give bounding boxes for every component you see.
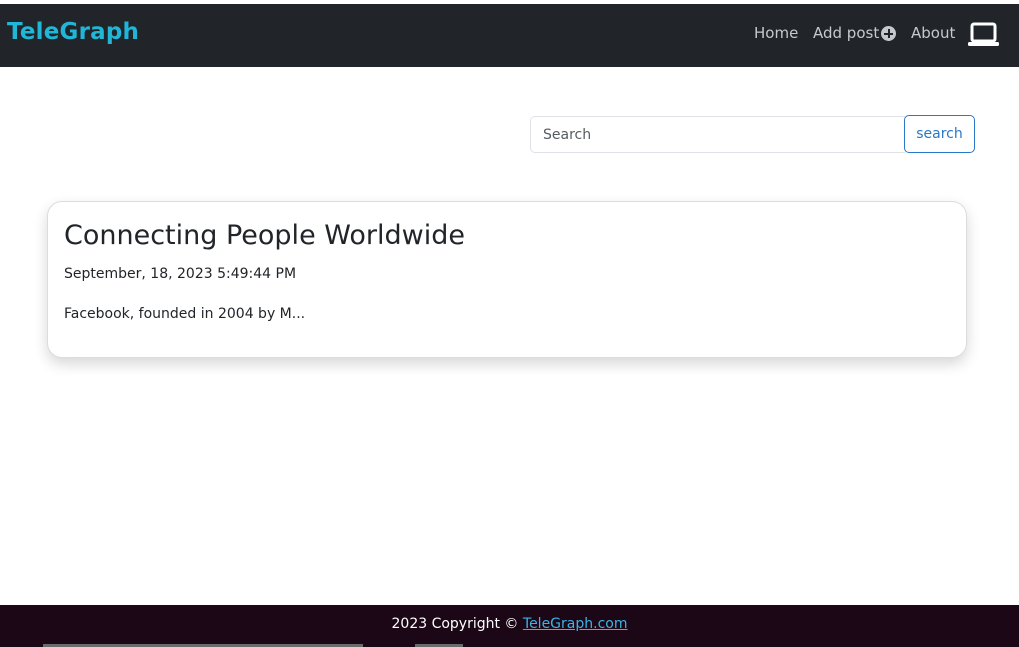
post-title[interactable]: Connecting People Worldwide xyxy=(64,220,465,251)
footer-site-link[interactable]: TeleGraph.com xyxy=(523,616,628,632)
nav-add-post[interactable]: Add post xyxy=(813,24,897,42)
post-card[interactable]: Connecting People Worldwide September, 1… xyxy=(47,201,967,358)
footer: 2023 Copyright © TeleGraph.com xyxy=(0,605,1019,647)
nav-add-post-label: Add post xyxy=(813,24,880,42)
search-input[interactable] xyxy=(530,116,905,153)
plus-circle-icon xyxy=(881,26,897,41)
laptop-icon[interactable] xyxy=(968,22,999,48)
post-date: September, 18, 2023 5:49:44 PM xyxy=(64,266,297,282)
nav-about[interactable]: About xyxy=(911,24,955,42)
post-excerpt: Facebook, founded in 2004 by M... xyxy=(64,306,306,322)
navbar: TeleGraph Home Add post About xyxy=(0,4,1019,67)
nav-home[interactable]: Home xyxy=(754,24,798,42)
brand-logo[interactable]: TeleGraph xyxy=(7,19,139,45)
footer-copyright: 2023 Copyright © TeleGraph.com xyxy=(0,616,1019,632)
search-button[interactable]: search xyxy=(904,115,975,153)
footer-copyright-text: 2023 Copyright © xyxy=(391,616,519,632)
